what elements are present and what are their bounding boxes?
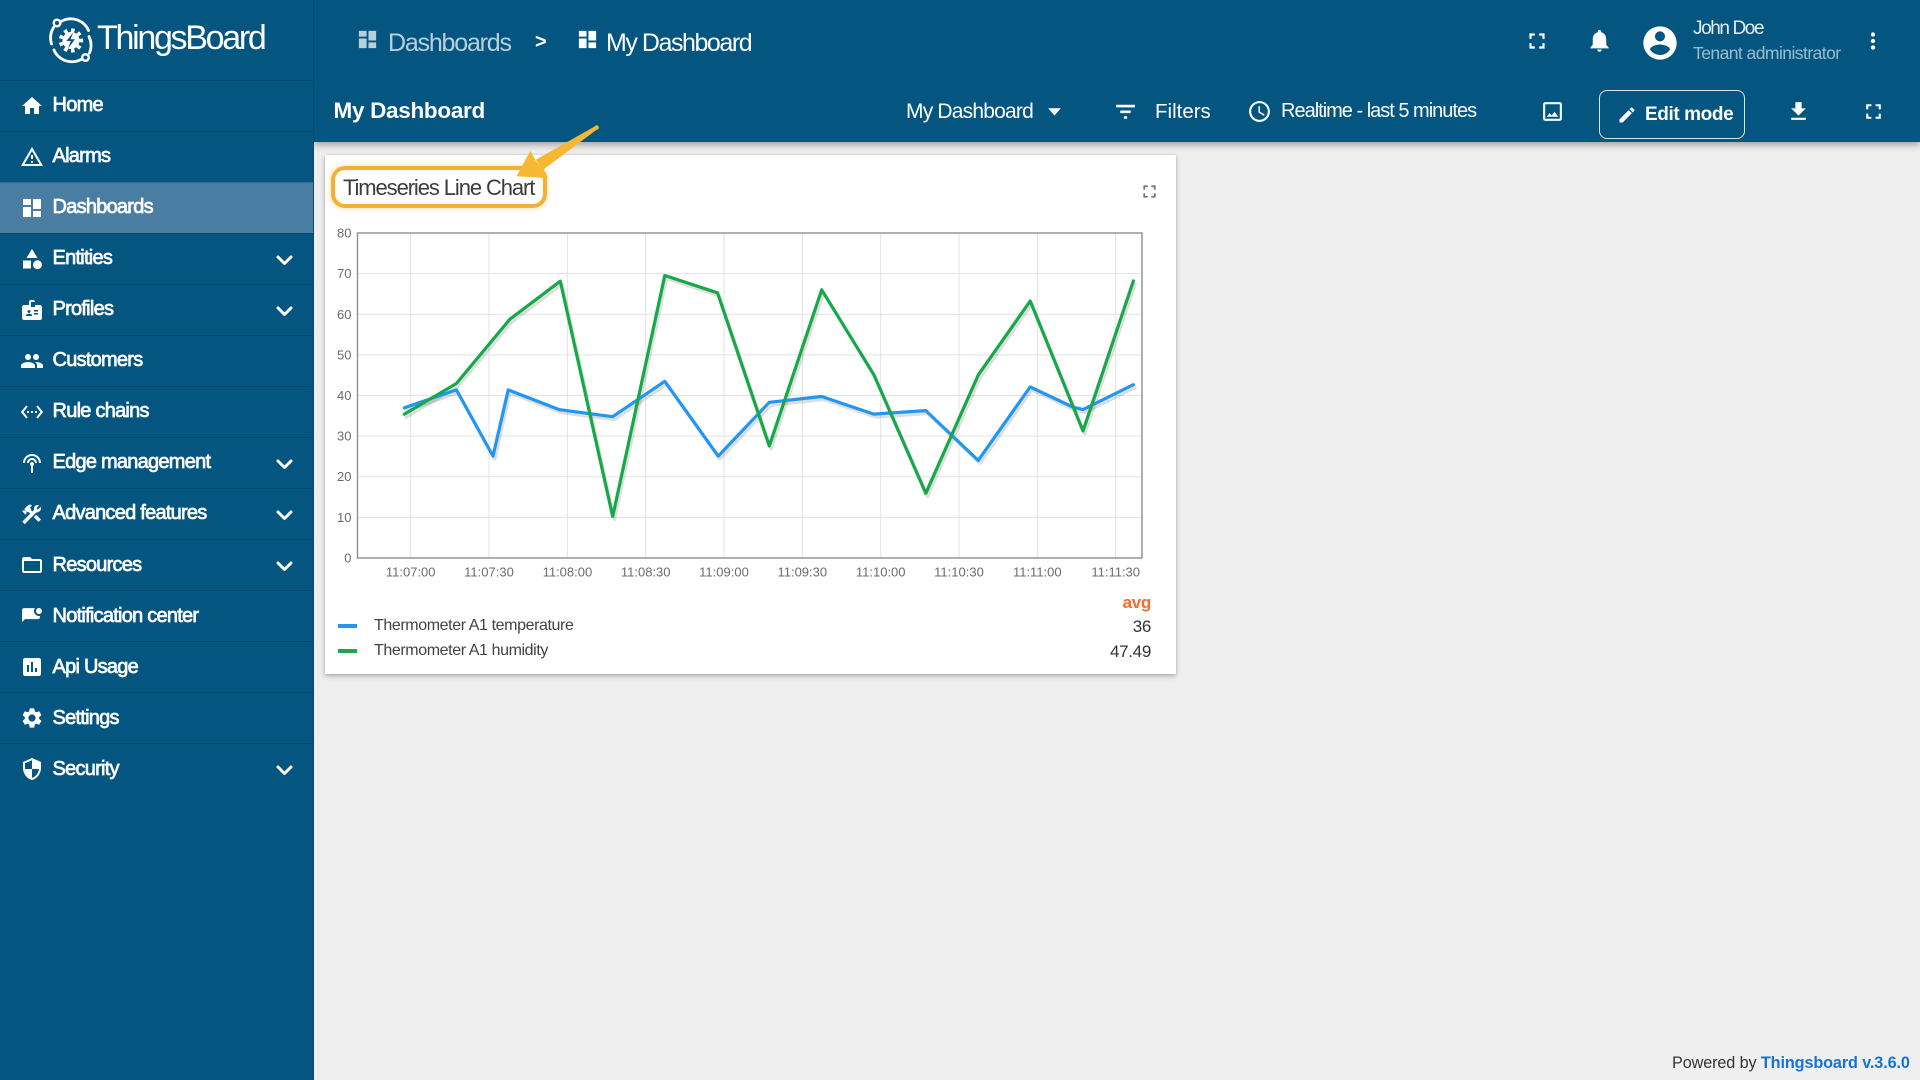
svg-text:11:11:30: 11:11:30	[1091, 565, 1140, 580]
svg-text:11:08:30: 11:08:30	[621, 565, 671, 580]
svg-text:11:09:00: 11:09:00	[699, 565, 749, 580]
svg-text:20: 20	[337, 469, 351, 484]
svg-text:40: 40	[337, 388, 351, 403]
svg-text:50: 50	[337, 347, 351, 362]
svg-text:11:10:00: 11:10:00	[856, 565, 906, 580]
svg-text:11:10:30: 11:10:30	[934, 565, 984, 580]
svg-text:60: 60	[337, 307, 351, 322]
svg-text:80: 80	[337, 226, 351, 241]
svg-text:70: 70	[337, 266, 351, 281]
svg-text:10: 10	[337, 510, 351, 525]
svg-text:11:11:00: 11:11:00	[1013, 565, 1062, 580]
svg-text:11:08:00: 11:08:00	[543, 565, 593, 580]
svg-text:11:07:00: 11:07:00	[386, 565, 436, 580]
svg-text:30: 30	[337, 429, 351, 444]
svg-text:11:07:30: 11:07:30	[464, 565, 514, 580]
svg-text:0: 0	[344, 551, 351, 566]
svg-text:11:09:30: 11:09:30	[777, 565, 827, 580]
